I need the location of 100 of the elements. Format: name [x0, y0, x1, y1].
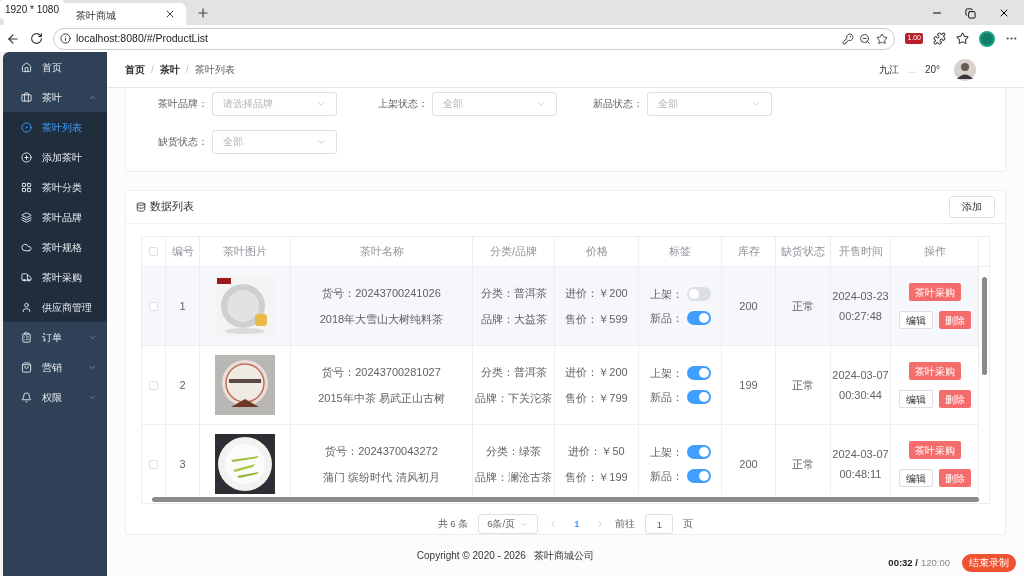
sidebar-subitem[interactable]: 添加茶叶	[3, 142, 107, 172]
plus-circle-icon	[21, 151, 32, 163]
close-icon[interactable]	[164, 8, 176, 20]
breadcrumb-item[interactable]: 茶叶	[159, 62, 180, 77]
time-text: 00:30:44	[839, 387, 882, 403]
time-text: 00:48:11	[839, 466, 882, 482]
sidebar-subitem[interactable]: 茶叶品牌	[3, 202, 107, 232]
table-cell-text: 1	[179, 298, 186, 314]
table-cell-text: 2	[179, 377, 186, 393]
toggle-label: 上架：	[649, 286, 683, 302]
sidebar-subitem[interactable]: 茶叶规格	[3, 232, 107, 262]
category-text: 分类：绿茶	[486, 443, 541, 459]
column-header: 库存	[722, 237, 776, 266]
toggle-switch[interactable]	[686, 286, 711, 301]
filter-label: 上架状态：	[377, 96, 429, 111]
reload-icon[interactable]	[30, 32, 43, 45]
goto-label: 前往	[615, 516, 636, 531]
breadcrumb-separator: /	[151, 63, 154, 77]
add-button[interactable]: 添加	[949, 196, 995, 218]
favorites-icon[interactable]	[956, 32, 969, 45]
copyright-text: Copyright © 2020 - 2026 茶叶商城公司	[416, 549, 596, 563]
extensions-icon[interactable]	[933, 32, 946, 45]
sidebar-item[interactable]: 茶叶	[3, 82, 107, 112]
sidebar-subitem[interactable]: 茶叶采购	[3, 262, 107, 292]
row-checkbox[interactable]	[149, 380, 158, 390]
table-cell-text: 3	[179, 456, 186, 472]
back-icon[interactable]	[6, 31, 20, 46]
toggle-switch[interactable]	[686, 390, 711, 405]
sale-price: 售价：￥199	[565, 470, 628, 485]
breadcrumb-item[interactable]: 首页	[125, 62, 145, 77]
chevron-down-icon	[316, 99, 326, 109]
toggle-switch[interactable]	[686, 444, 711, 459]
page-input[interactable]: 1	[645, 514, 674, 534]
cost-price: 进价：￥200	[565, 364, 628, 380]
sidebar-subitem[interactable]: 茶叶列表	[3, 112, 107, 142]
breadcrumb-separator: /	[185, 63, 189, 77]
brand-text: 品牌：澜沧古茶	[475, 470, 552, 485]
filter-label: 茶叶品牌：	[157, 96, 209, 111]
table-cell-text: 199	[739, 377, 758, 393]
toggle-switch[interactable]	[686, 469, 711, 484]
column-header: 操作	[891, 237, 979, 266]
stop-recording-button[interactable]: 结束录制	[962, 554, 1016, 572]
city-label: 九江	[878, 63, 899, 77]
key-icon[interactable]	[842, 32, 855, 45]
date-text: 2024-03-07	[832, 368, 889, 383]
new-tab-icon[interactable]	[196, 6, 210, 20]
sale-price: 售价：￥799	[565, 391, 628, 406]
cloud-icon	[21, 241, 32, 253]
profile-icon[interactable]	[979, 30, 995, 47]
table-cell-text: 200	[739, 298, 758, 314]
goto-suffix: 页	[683, 516, 694, 531]
sidebar-item[interactable]: 首页	[3, 52, 107, 82]
sku-text: 货号：20243700281027	[322, 364, 441, 380]
page-size-select[interactable]: 6条/页	[478, 514, 539, 534]
toggle-label: 上架：	[649, 444, 683, 460]
toggle-switch[interactable]	[686, 365, 711, 380]
select-all-checkbox[interactable]	[149, 247, 158, 256]
row-checkbox[interactable]	[149, 301, 158, 311]
table-cell-text: 正常	[792, 456, 814, 472]
product-name: 2015年中茶 易武正山古树	[318, 391, 445, 406]
cost-price: 进价：￥200	[565, 285, 628, 301]
temperature-label: 20°	[924, 63, 940, 77]
recording-limit: 120:00	[920, 555, 950, 570]
bag-icon	[21, 361, 32, 373]
column-header: 分类/品牌	[473, 237, 555, 266]
sidebar-item[interactable]: 营销	[3, 352, 107, 382]
edit-button[interactable]: 编辑	[898, 311, 933, 329]
user-icon	[21, 301, 32, 313]
panel-title: 数据列表	[150, 199, 195, 215]
home-icon	[21, 61, 32, 73]
total-count: 共 6 条	[437, 516, 469, 531]
close-icon[interactable]	[998, 7, 1010, 19]
brand-text: 品牌：下关沱茶	[475, 391, 552, 406]
database-icon	[136, 202, 146, 212]
chevron-down-icon	[751, 99, 761, 109]
zoom-out-icon[interactable]	[859, 32, 872, 45]
table-cell-text: 正常	[792, 377, 814, 393]
restore-icon[interactable]	[965, 7, 976, 19]
row-checkbox[interactable]	[149, 459, 158, 469]
grid-icon	[21, 181, 32, 193]
info-icon[interactable]	[60, 33, 71, 44]
column-header: 标签	[639, 237, 722, 266]
toggle-switch[interactable]	[686, 311, 711, 326]
filter-label: 缺货状态：	[157, 134, 209, 149]
sidebar-subitem[interactable]: 茶叶分类	[3, 172, 107, 202]
resolution-label: 1920 * 1080	[0, 0, 64, 19]
date-text: 2024-03-07	[832, 447, 889, 462]
edit-button[interactable]: 编辑	[898, 469, 933, 487]
edit-button[interactable]: 编辑	[898, 390, 933, 408]
sidebar-item[interactable]: 订单	[3, 322, 107, 352]
column-header: 缺货状态	[776, 237, 831, 266]
category-text: 分类：普洱茶	[480, 364, 547, 380]
column-header: 编号	[166, 237, 200, 266]
sidebar-subitem[interactable]: 供应商管理	[3, 292, 107, 322]
product-name: 2018年大雪山大树纯料茶	[319, 312, 444, 327]
chevron-down-icon	[316, 137, 326, 147]
sidebar-item[interactable]: 权限	[3, 382, 107, 412]
tab-title: 茶叶商城	[76, 10, 116, 21]
favorite-icon[interactable]	[876, 32, 889, 45]
truck-icon	[21, 271, 32, 283]
